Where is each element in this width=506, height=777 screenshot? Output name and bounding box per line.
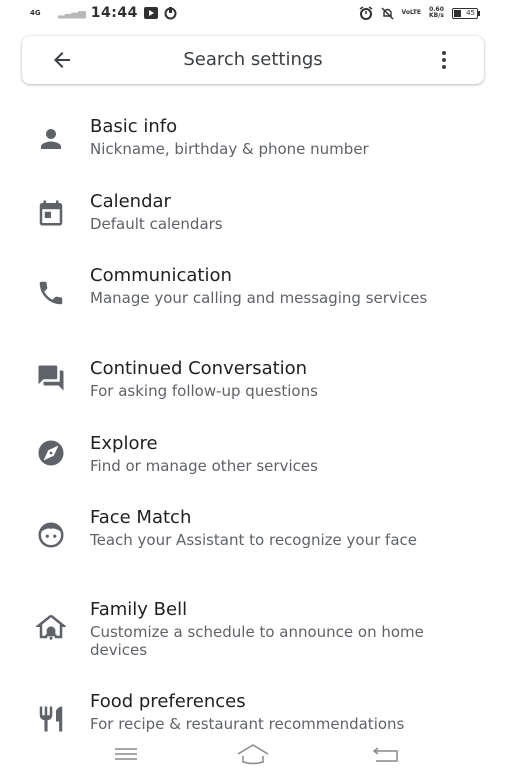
volte-label: VoLTE xyxy=(401,9,421,16)
settings-item-family-bell[interactable]: Family Bell Customize a schedule to anno… xyxy=(0,599,506,679)
network-speed-unit: KB/s xyxy=(429,12,444,19)
back-icon[interactable] xyxy=(368,741,404,769)
battery-level: 45 xyxy=(466,8,475,17)
clock: 14:44 xyxy=(90,5,138,21)
item-subtitle: Nickname, birthday & phone number xyxy=(90,140,369,158)
status-left: 4G ▂▃▄▅ 14:44 xyxy=(30,5,177,21)
status-right: VoLTE 0.60 KB/s 45 xyxy=(359,6,480,20)
item-title: Basic info xyxy=(90,116,178,137)
item-title: Continued Conversation xyxy=(90,358,308,379)
menu-icon[interactable] xyxy=(108,741,144,769)
item-subtitle: Teach your Assistant to recognize your f… xyxy=(90,531,417,549)
chat-icon xyxy=(38,365,64,391)
item-title: Food preferences xyxy=(90,691,246,712)
battery-icon: 45 xyxy=(452,7,480,19)
compass-icon xyxy=(38,440,64,466)
volte-indicator: VoLTE xyxy=(402,10,421,16)
sync-notification-icon xyxy=(164,6,177,19)
item-subtitle: For recipe & restaurant recommendations xyxy=(90,715,405,733)
settings-item-face-match[interactable]: Face Match Teach your Assistant to recog… xyxy=(0,507,506,587)
item-subtitle: For asking follow-up questions xyxy=(90,382,318,400)
network-type-indicator: 4G xyxy=(30,8,41,17)
settings-item-calendar[interactable]: Calendar Default calendars xyxy=(0,191,506,251)
item-subtitle: Default calendars xyxy=(90,215,223,233)
settings-item-communication[interactable]: Communication Manage your calling and me… xyxy=(0,265,506,345)
phone-icon xyxy=(39,281,63,305)
settings-item-food-preferences[interactable]: Food preferences For recipe & restaurant… xyxy=(0,691,506,735)
signal-strength-icon: ▂▃▄▅ xyxy=(58,7,86,19)
system-navigation-bar xyxy=(0,733,506,777)
home-bell-icon xyxy=(36,614,66,640)
calendar-icon xyxy=(39,200,63,226)
item-title: Family Bell xyxy=(90,599,188,620)
status-bar: 4G ▂▃▄▅ 14:44 VoLTE 0.60 KB/s 45 xyxy=(0,0,506,28)
person-icon xyxy=(41,129,61,149)
more-options-icon[interactable] xyxy=(432,48,456,72)
search-bar[interactable]: Search settings xyxy=(22,36,484,84)
settings-item-continued-conversation[interactable]: Continued Conversation For asking follow… xyxy=(0,358,506,418)
home-icon[interactable] xyxy=(235,741,271,769)
restaurant-icon xyxy=(39,706,63,732)
item-title: Calendar xyxy=(90,191,171,212)
face-icon xyxy=(38,522,64,548)
mute-icon xyxy=(381,7,394,19)
item-title: Explore xyxy=(90,433,158,454)
settings-item-basic-info[interactable]: Basic info Nickname, birthday & phone nu… xyxy=(0,116,506,176)
settings-item-explore[interactable]: Explore Find or manage other services xyxy=(0,433,506,493)
alarm-icon xyxy=(359,6,372,20)
item-subtitle: Manage your calling and messaging servic… xyxy=(90,289,428,307)
item-title: Communication xyxy=(90,265,232,286)
item-subtitle: Customize a schedule to announce on home… xyxy=(90,623,424,659)
network-speed: 0.60 KB/s xyxy=(429,7,444,19)
youtube-notification-icon xyxy=(143,7,158,19)
item-title: Face Match xyxy=(90,507,192,528)
search-input[interactable]: Search settings xyxy=(22,49,484,70)
item-subtitle: Find or manage other services xyxy=(90,457,318,475)
